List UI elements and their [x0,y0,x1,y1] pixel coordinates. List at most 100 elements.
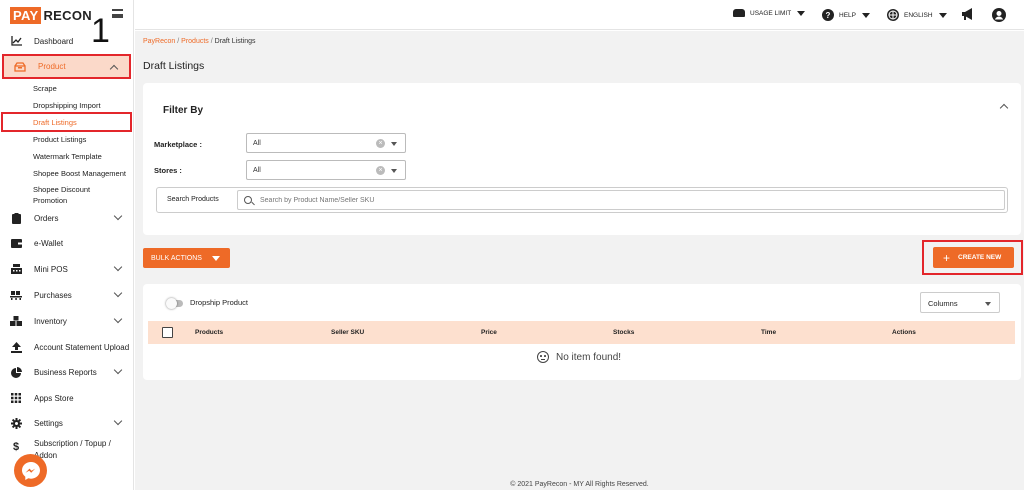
sidebar-item-product[interactable]: Product [2,54,131,79]
help-icon: ? [822,9,834,21]
caret-down-icon [797,10,806,16]
upload-icon [10,341,22,353]
sidebar-item-orders[interactable]: Orders [0,206,133,230]
subitem-dropshipping-import[interactable]: Dropshipping Import [33,101,101,110]
messenger-chat-button[interactable] [14,454,47,487]
chevron-down-icon [113,262,123,272]
plus-icon: + [943,250,951,265]
breadcrumb-separator: / [177,38,180,45]
messenger-icon [21,461,40,480]
sidebar-item-mini-pos[interactable]: Mini POS [0,257,133,281]
dropship-toggle-label: Dropship Product [190,298,248,307]
dropship-toggle[interactable] [166,298,183,309]
menu-toggle-icon[interactable] [112,9,123,18]
subitem-draft-listings[interactable]: Draft Listings [33,118,77,127]
search-products-row: Search Products [156,187,1008,213]
empty-message: No item found! [556,351,622,363]
table-header: Products Seller SKU Price Stocks Time Ac… [148,321,1015,344]
sidebar-item-label: Subscription / Topup / Addon [34,439,111,460]
chevron-down-icon [113,211,123,221]
sidebar-item-dashboard[interactable]: Dashboard [0,29,133,53]
sidebar-item-inventory[interactable]: Inventory [0,309,133,333]
search-input[interactable] [237,190,1005,210]
usage-limit-menu[interactable]: USAGE LIMIT [733,9,806,17]
sidebar-item-business-reports[interactable]: Business Reports [0,360,133,384]
sidebar-item-ewallet[interactable]: e-Wallet [0,231,133,255]
globe-icon [887,9,899,21]
car-icon [733,9,745,17]
sidebar-item-apps-store[interactable]: Apps Store [0,386,133,410]
caret-down-icon [938,12,947,18]
column-seller-sku[interactable]: Seller SKU [331,329,364,336]
table-card: Dropship Product Columns Products Seller… [143,284,1021,380]
empty-state: No item found! [537,351,621,363]
subitem-shopee-boost[interactable]: Shopee Boost Management [33,169,126,178]
sidebar-item-label: Settings [34,418,63,428]
sidebar: PAY RECON Dashboard Product Scrape Drops… [0,0,134,490]
column-products[interactable]: Products [195,329,223,336]
create-new-label: CREATE NEW [958,254,1002,261]
usage-limit-label: USAGE LIMIT [750,9,792,17]
bulk-actions-label: BULK ACTIONS [151,254,202,262]
clear-icon[interactable]: × [376,139,385,148]
logo-pay: PAY [10,6,42,24]
clear-icon[interactable]: × [376,166,385,175]
clipboard-icon [10,212,22,224]
breadcrumb-products[interactable]: Products [181,38,209,45]
stores-select[interactable]: All × [246,160,406,180]
column-stocks[interactable]: Stocks [613,329,634,336]
grid-icon [10,392,22,404]
top-bar: USAGE LIMIT ? HELP ENGLISH [135,0,1024,30]
sidebar-item-label: Account Statement Upload [34,342,130,352]
select-all-checkbox[interactable] [162,327,173,338]
sidebar-item-settings[interactable]: Settings [0,411,133,435]
breadcrumb-payrecon[interactable]: PayRecon [143,38,175,45]
marketplace-label: Marketplace : [154,140,202,149]
chart-line-icon [10,35,22,47]
chevron-down-icon [113,314,123,324]
subitem-watermark-template[interactable]: Watermark Template [33,152,102,161]
caret-down-icon [861,12,870,18]
caret-down-icon[interactable] [391,142,397,146]
filter-title: Filter By [163,105,204,116]
sidebar-item-label: Purchases [34,290,72,300]
search-icon [244,196,252,204]
bulk-actions-button[interactable]: BULK ACTIONS [143,248,230,268]
sidebar-item-label: Orders [34,213,59,223]
pie-chart-icon [10,366,22,378]
column-actions: Actions [892,329,916,336]
sidebar-item-label: Apps Store [34,393,74,403]
help-menu[interactable]: ? HELP [822,9,870,21]
stores-value: All [253,167,261,174]
breadcrumb-current: Draft Listings [214,38,256,45]
sidebar-item-label: Business Reports [34,367,97,377]
subitem-shopee-discount[interactable]: Shopee Discount Promotion [33,184,113,206]
marketplace-select[interactable]: All × [246,133,406,153]
language-menu[interactable]: ENGLISH [887,9,947,21]
user-circle-icon [992,8,1006,22]
logo-recon: RECON [43,7,92,23]
columns-label: Columns [928,299,958,308]
wallet-icon [10,237,22,249]
column-price[interactable]: Price [481,329,497,336]
payrecon-logo[interactable]: PAY RECON [10,6,92,24]
announcement-button[interactable] [961,8,975,20]
collapse-chevron-icon[interactable] [999,103,1009,113]
caret-down-icon[interactable] [391,169,397,173]
column-time[interactable]: Time [761,329,776,336]
create-new-button[interactable]: + CREATE NEW [933,247,1014,268]
language-label: ENGLISH [904,11,933,19]
account-button[interactable] [992,8,1006,22]
dollar-icon: $ [12,441,20,453]
megaphone-icon [962,8,972,20]
sidebar-item-label: Inventory [34,316,67,326]
sidebar-item-purchases[interactable]: Purchases [0,283,133,307]
annotation-number-1: 1 [91,12,110,50]
subitem-scrape[interactable]: Scrape [33,84,57,93]
columns-select[interactable]: Columns [920,292,1000,313]
chevron-up-icon [109,64,119,74]
stores-label: Stores : [154,166,182,175]
chevron-down-icon [113,288,123,298]
sidebar-item-account-statement[interactable]: Account Statement Upload [0,335,133,359]
subitem-product-listings[interactable]: Product Listings [33,135,86,144]
